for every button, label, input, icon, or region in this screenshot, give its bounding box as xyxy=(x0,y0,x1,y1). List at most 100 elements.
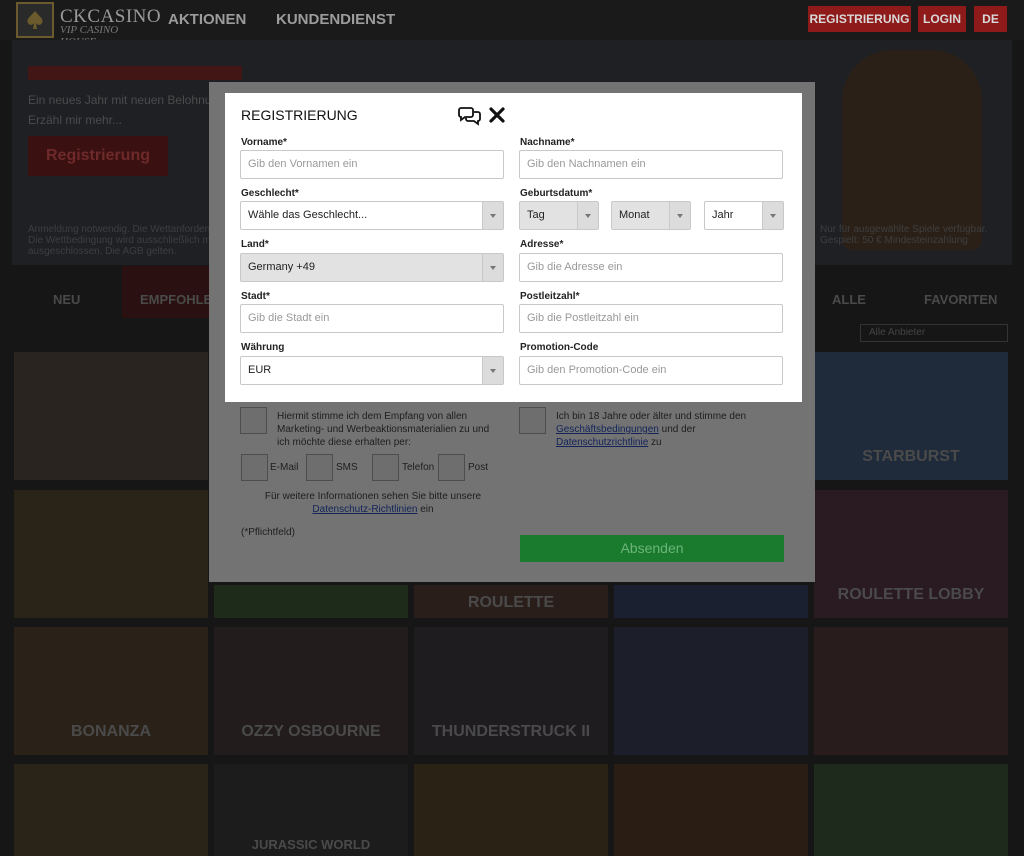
game-tile[interactable]: STARBURST xyxy=(814,352,1008,480)
tab-favoriten[interactable]: FAVORITEN xyxy=(924,292,997,307)
phone-channel-checkbox[interactable] xyxy=(372,454,399,481)
consent-line: Ich bin 18 Jahre oder älter und stimme d… xyxy=(556,411,747,422)
game-tile[interactable] xyxy=(614,764,808,856)
promo-terms-left: Anmeldung notwendig. Die Wettanforderung… xyxy=(28,224,236,257)
promo-more-link[interactable]: Erzähl mir mehr... xyxy=(28,110,238,130)
country-select[interactable]: Germany +49 xyxy=(240,253,504,282)
promo-text: Ein neues Jahr mit neuen Belohnungen Erz… xyxy=(28,90,238,130)
game-tile[interactable] xyxy=(614,585,808,618)
email-channel-checkbox[interactable] xyxy=(241,454,268,481)
country-select-value: Germany +49 xyxy=(248,261,315,273)
birth-year-value: Jahr xyxy=(712,209,734,221)
chat-icon[interactable] xyxy=(458,106,482,126)
promo-text-line: Ein neues Jahr mit neuen Belohnungen xyxy=(28,93,239,107)
register-button[interactable]: REGISTRIERUNG xyxy=(808,6,911,32)
city-label: Stadt* xyxy=(241,291,270,302)
chevron-down-icon xyxy=(577,202,598,229)
country-label: Land* xyxy=(241,239,269,250)
promo-image xyxy=(842,50,982,250)
last-name-label: Nachname* xyxy=(520,137,575,148)
tab-alle[interactable]: ALLE xyxy=(832,292,866,307)
game-tile[interactable]: JURASSIC WORLD xyxy=(214,764,408,856)
gender-select-value: Wähle das Geschlecht... xyxy=(248,209,368,221)
required-note: (*Pflichtfeld) xyxy=(241,527,295,538)
age-consent-checkbox[interactable] xyxy=(519,407,546,434)
currency-select[interactable]: EUR xyxy=(240,356,504,385)
birthdate-label: Geburtsdatum* xyxy=(520,188,593,199)
game-tile[interactable] xyxy=(14,764,208,856)
game-tile[interactable]: BONANZA xyxy=(14,627,208,755)
consent-line: Hiermit stimme ich dem Empfang von allen xyxy=(277,411,468,422)
post-channel-checkbox[interactable] xyxy=(438,454,465,481)
game-title: THUNDERSTRUCK II xyxy=(431,723,591,740)
terms-link[interactable]: Geschäftsbedingungen xyxy=(556,424,659,435)
address-input[interactable]: Gib die Adresse ein xyxy=(519,253,783,282)
marketing-consent-text: Hiermit stimme ich dem Empfang von allen… xyxy=(277,410,489,449)
consent-line: Geschäftsbedingungen und der xyxy=(556,423,746,436)
zip-input[interactable]: Gib die Postleitzahl ein xyxy=(519,304,783,333)
game-title: ROULETTE xyxy=(467,594,555,611)
modal-title: REGISTRIERUNG xyxy=(241,107,358,123)
language-button[interactable]: DE xyxy=(974,6,1007,32)
post-channel-label: Post xyxy=(468,462,489,473)
terms-line: Die Wettbedingung wird ausschließlich mi… xyxy=(28,235,216,246)
game-tile[interactable]: ROULETTE LOBBY xyxy=(814,490,1008,618)
privacy-guidelines-link[interactable]: Datenschutz-Richtlinien xyxy=(312,504,417,515)
chevron-down-icon xyxy=(482,357,503,384)
game-tile[interactable] xyxy=(814,764,1008,856)
game-title: STARBURST xyxy=(862,448,960,465)
tab-neu[interactable]: NEU xyxy=(53,292,80,307)
game-tile[interactable]: THUNDERSTRUCK II xyxy=(414,627,608,755)
game-tile[interactable]: OZZY OSBOURNE xyxy=(214,627,408,755)
chevron-down-icon xyxy=(482,254,503,281)
privacy-note-text: ein xyxy=(417,504,434,515)
game-title: OZZY OSBOURNE xyxy=(241,723,381,740)
provider-select[interactable]: Alle Anbieter xyxy=(860,324,1008,342)
game-tile[interactable] xyxy=(14,490,208,618)
birth-day-select[interactable]: Tag xyxy=(519,201,599,230)
spade-icon xyxy=(16,2,54,38)
submit-button[interactable]: Absenden xyxy=(520,535,784,562)
privacy-note-line: Datenschutz-Richtlinien ein xyxy=(241,503,505,516)
privacy-note: Für weitere Informationen sehen Sie bitt… xyxy=(241,490,505,516)
promo-terms-right: Nur für ausgewählte Spiele verfügbar. Ge… xyxy=(820,224,987,246)
promo-title xyxy=(28,66,242,80)
game-tile[interactable] xyxy=(414,764,608,856)
casino-logo[interactable]: CKCASINO VIP CASINO HOUSE xyxy=(14,2,161,48)
birth-month-select[interactable]: Monat xyxy=(611,201,691,230)
first-name-input[interactable]: Gib den Vornamen ein xyxy=(240,150,504,179)
game-tile[interactable] xyxy=(214,585,408,618)
gender-select[interactable]: Wähle das Geschlecht... xyxy=(240,201,504,230)
game-title: BONANZA xyxy=(71,723,151,740)
close-icon[interactable] xyxy=(488,106,506,124)
city-input[interactable]: Gib die Stadt ein xyxy=(240,304,504,333)
promo-code-label: Promotion-Code xyxy=(520,342,599,353)
nav-kundendienst[interactable]: KUNDENDIENST xyxy=(276,11,395,28)
birth-year-select[interactable]: Jahr xyxy=(704,201,784,230)
privacy-policy-link[interactable]: Datenschutzrichtlinie xyxy=(556,437,648,448)
marketing-consent-checkbox[interactable] xyxy=(240,407,267,434)
chevron-down-icon xyxy=(762,202,783,229)
game-tile[interactable] xyxy=(814,627,1008,755)
consent-text: und der xyxy=(658,424,696,435)
promo-register-button[interactable]: Registrierung xyxy=(28,136,168,176)
age-consent-text: Ich bin 18 Jahre oder älter und stimme d… xyxy=(556,410,746,449)
last-name-input[interactable]: Gib den Nachnamen ein xyxy=(519,150,783,179)
game-title: JURASSIC WORLD xyxy=(251,837,371,852)
consent-line: ich möchte diese erhalten per: xyxy=(277,437,411,448)
registration-modal: REGISTRIERUNG Vorname* Gib den Vornamen … xyxy=(209,82,815,582)
zip-label: Postleitzahl* xyxy=(520,291,580,302)
sms-channel-checkbox[interactable] xyxy=(306,454,333,481)
registration-form-panel: REGISTRIERUNG Vorname* Gib den Vornamen … xyxy=(225,93,802,402)
phone-channel-label: Telefon xyxy=(402,462,435,473)
game-title: ROULETTE LOBBY xyxy=(837,586,985,603)
login-button[interactable]: LOGIN xyxy=(918,6,966,32)
game-tile[interactable] xyxy=(614,627,808,755)
game-tile[interactable] xyxy=(14,352,208,480)
game-tile[interactable]: ROULETTE xyxy=(414,585,608,618)
gender-label: Geschlecht* xyxy=(241,188,299,199)
promo-code-input[interactable]: Gib den Promotion-Code ein xyxy=(519,356,783,385)
first-name-label: Vorname* xyxy=(241,137,287,148)
nav-aktionen[interactable]: AKTIONEN xyxy=(168,11,246,28)
currency-label: Währung xyxy=(241,342,285,353)
